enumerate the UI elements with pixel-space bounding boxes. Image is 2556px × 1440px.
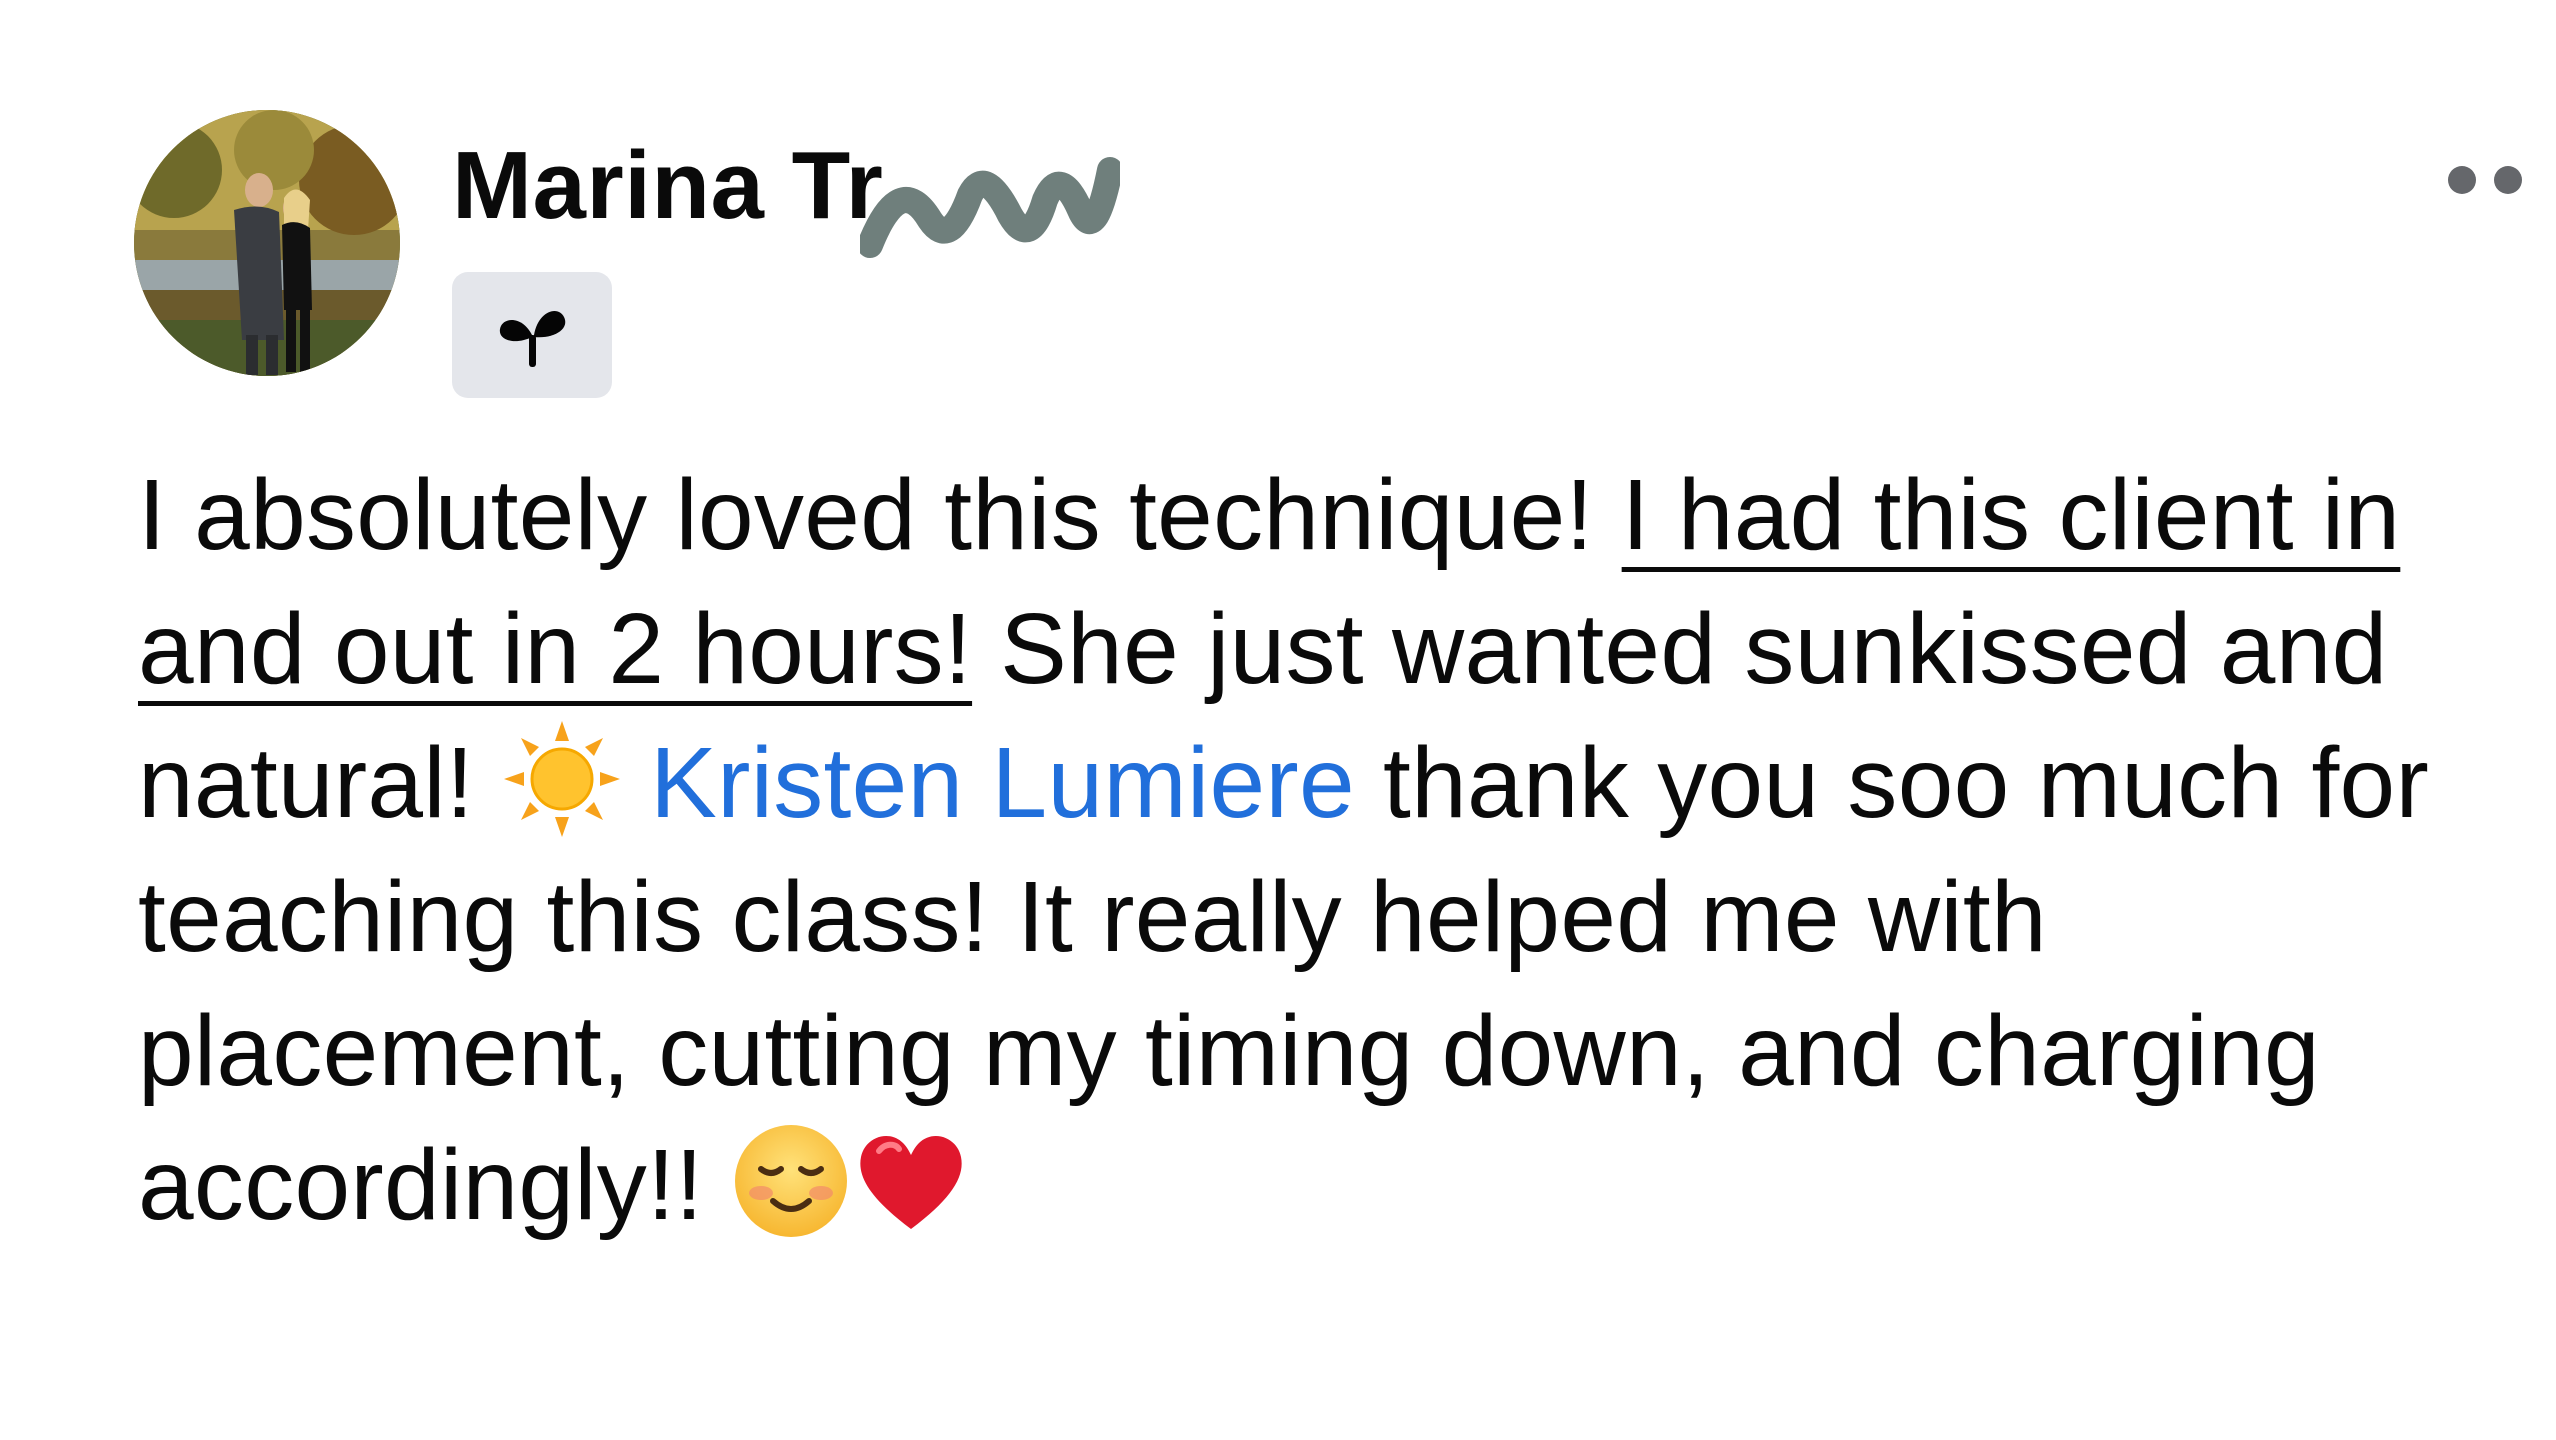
body-text-1: I absolutely loved this technique! <box>138 459 1622 571</box>
mention-link[interactable]: Kristen Lumiere <box>650 727 1355 839</box>
more-dot <box>2494 166 2522 194</box>
avatar[interactable] <box>134 110 400 376</box>
red-heart-emoji <box>860 1135 963 1229</box>
more-options-icon[interactable] <box>2448 160 2522 200</box>
author-name[interactable]: Marina Tr <box>452 138 883 234</box>
comment-post: Marina Tr I absolutely loved this techni… <box>0 0 2556 1440</box>
comment-body: I absolutely loved this technique! I had… <box>138 448 2498 1252</box>
sun-emoji <box>504 721 621 837</box>
redaction-scribble <box>860 157 1120 258</box>
sprout-icon <box>499 311 566 367</box>
more-dot <box>2448 166 2476 194</box>
avatar-photo <box>134 110 400 376</box>
member-badge[interactable] <box>452 272 612 398</box>
smiling-face-emoji <box>735 1125 848 1237</box>
